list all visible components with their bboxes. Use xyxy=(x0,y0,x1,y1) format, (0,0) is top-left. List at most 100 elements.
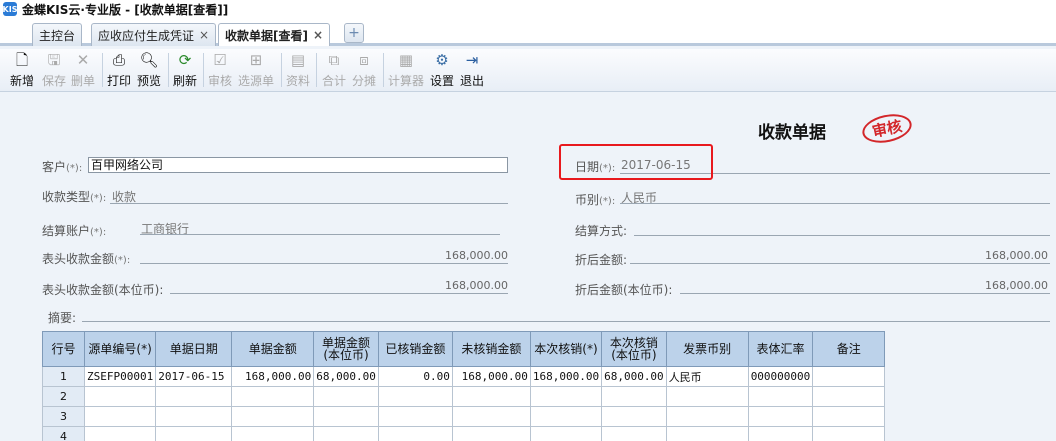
column-header[interactable]: 单据金额(本位币) xyxy=(313,331,379,367)
table-row[interactable]: 4 xyxy=(42,426,886,441)
converted-amount-label: 折后金额: xyxy=(575,253,628,267)
toolbar-separator xyxy=(203,53,204,87)
grid-cell[interactable] xyxy=(155,426,233,441)
toolbar-separator xyxy=(168,53,169,87)
grid-cell[interactable] xyxy=(601,426,667,441)
tab-main-console[interactable]: 主控台 xyxy=(32,23,83,46)
column-header[interactable]: 单据日期 xyxy=(155,331,233,367)
calculator-button[interactable]: ▦ 计算器 xyxy=(388,51,424,89)
document-title: 收款单据 xyxy=(758,123,826,143)
grid-cell[interactable] xyxy=(451,406,531,427)
grid-cell[interactable] xyxy=(665,426,749,441)
grid-cell[interactable] xyxy=(377,426,453,441)
column-header[interactable]: 发票币别 xyxy=(665,331,749,367)
plus-icon: + xyxy=(348,25,360,41)
app-logo-icon: KIS xyxy=(3,2,17,16)
column-header[interactable]: 本次核销(本位币) xyxy=(601,331,667,367)
converted-base-field[interactable]: 168,000.00 xyxy=(920,279,1048,292)
grid-cell[interactable] xyxy=(529,426,603,441)
tab-label: 应收应付生成凭证 xyxy=(98,28,195,43)
grid-cell[interactable] xyxy=(313,386,379,407)
grid-cell[interactable] xyxy=(313,426,379,441)
grid-cell[interactable] xyxy=(812,426,886,441)
grid-cell[interactable] xyxy=(529,406,603,427)
converted-amount-field[interactable]: 168,000.00 xyxy=(920,249,1048,262)
preview-button[interactable]: 🔍︎ 预览 xyxy=(137,51,161,89)
close-icon[interactable]: × xyxy=(199,28,209,42)
exit-button[interactable]: ⇥ 退出 xyxy=(460,51,484,89)
audit-button[interactable]: ☑ 审核 xyxy=(208,51,232,89)
tab-voucher-generation[interactable]: 应收应付生成凭证 × xyxy=(91,23,217,46)
grid-cell[interactable] xyxy=(155,406,233,427)
split-button[interactable]: ⧈ 分摊 xyxy=(352,51,376,89)
grid-cell[interactable] xyxy=(451,426,531,441)
grid-cell[interactable] xyxy=(747,386,814,407)
column-header[interactable]: 源单编号(*) xyxy=(83,331,157,367)
row-number: 3 xyxy=(42,406,85,427)
table-row[interactable]: 2 xyxy=(42,386,886,407)
grid-cell[interactable] xyxy=(601,406,667,427)
column-header[interactable]: 单据金额 xyxy=(231,331,315,367)
currency-label: 币别(*): xyxy=(575,193,616,207)
grid-cell[interactable] xyxy=(451,386,531,407)
grid-cell[interactable]: 0.00 xyxy=(377,366,453,387)
column-header[interactable]: 表体汇率 xyxy=(747,331,814,367)
grid-cell[interactable] xyxy=(313,406,379,427)
grid-cell[interactable]: ZSEFP00001 xyxy=(83,366,157,387)
grid-cell[interactable]: 000000000 xyxy=(747,366,814,387)
settlement-method-field[interactable] xyxy=(634,235,1050,236)
grid-cell[interactable]: 68,000.00 xyxy=(313,366,379,387)
grid-cell[interactable]: 168,000.00 xyxy=(231,366,315,387)
refresh-button[interactable]: ⟳ 刷新 xyxy=(173,51,197,89)
grid-cell[interactable] xyxy=(529,386,603,407)
column-header[interactable]: 备注 xyxy=(812,331,886,367)
grid-cell[interactable] xyxy=(155,386,233,407)
head-amount-field[interactable]: 168,000.00 xyxy=(380,249,508,262)
grid-cell[interactable] xyxy=(601,386,667,407)
row-number: 1 xyxy=(42,366,85,387)
grid-cell[interactable] xyxy=(83,426,157,441)
grid-cell[interactable]: 2017-06-15 xyxy=(155,366,233,387)
grid-cell[interactable]: 168,000.00 xyxy=(451,366,531,387)
customer-field[interactable]: 百甲网络公司 xyxy=(88,157,508,173)
grid-cell[interactable] xyxy=(83,406,157,427)
grid-cell[interactable] xyxy=(231,406,315,427)
grid-cell[interactable] xyxy=(377,406,453,427)
column-header[interactable]: 已核销金额 xyxy=(377,331,453,367)
receipt-type-label: 收款类型(*): xyxy=(42,190,107,204)
column-header[interactable]: 本次核销(*) xyxy=(529,331,603,367)
grid-cell[interactable] xyxy=(747,426,814,441)
grid-cell[interactable] xyxy=(812,386,886,407)
head-amount-base-field[interactable]: 168,000.00 xyxy=(380,279,508,292)
grid-cell[interactable] xyxy=(377,386,453,407)
new-button[interactable]: 🗋 新增 xyxy=(10,51,34,89)
close-icon[interactable]: × xyxy=(313,28,323,42)
grid-cell[interactable] xyxy=(812,366,886,387)
table-row[interactable]: 1 ZSEFP00001 2017-06-15 168,000.00 68,00… xyxy=(42,366,886,387)
delete-button[interactable]: ✕ 删单 xyxy=(71,51,95,89)
grid-cell[interactable] xyxy=(231,386,315,407)
tab-receipt-view[interactable]: 收款单据[查看] × xyxy=(218,23,331,46)
printer-icon: ⎙ xyxy=(112,51,125,69)
column-header[interactable]: 行号 xyxy=(42,331,85,367)
table-row[interactable]: 3 xyxy=(42,406,886,427)
select-source-button[interactable]: ⊞ 选源单 xyxy=(238,51,274,89)
combine-button[interactable]: ⧉ 合计 xyxy=(322,51,346,89)
grid-cell[interactable]: 168,000.00 xyxy=(529,366,603,387)
grid-cell[interactable] xyxy=(812,406,886,427)
column-header[interactable]: 未核销金额 xyxy=(451,331,531,367)
converted-amount-underline xyxy=(630,263,1050,264)
summary-field[interactable] xyxy=(82,321,1050,322)
save-button[interactable]: 🖫 保存 xyxy=(42,51,66,89)
info-button[interactable]: ▤ 资料 xyxy=(286,51,310,89)
grid-cell[interactable] xyxy=(665,386,749,407)
add-tab-button[interactable]: + xyxy=(344,23,364,43)
grid-cell[interactable] xyxy=(83,386,157,407)
settings-button[interactable]: ⚙ 设置 xyxy=(430,51,454,89)
print-button[interactable]: ⎙ 打印 xyxy=(107,51,131,89)
grid-cell[interactable]: 人民币 xyxy=(665,366,749,387)
grid-cell[interactable] xyxy=(747,406,814,427)
grid-cell[interactable] xyxy=(231,426,315,441)
grid-cell[interactable] xyxy=(665,406,749,427)
grid-cell[interactable]: 68,000.00 xyxy=(601,366,667,387)
